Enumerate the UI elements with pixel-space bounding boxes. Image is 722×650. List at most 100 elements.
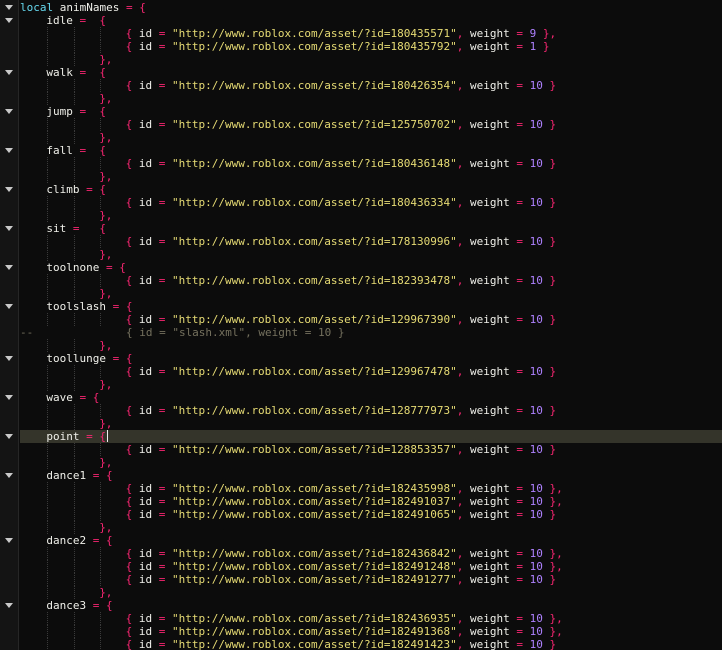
fold-toggle-icon[interactable] [5, 434, 13, 439]
code-token: }, [99, 417, 113, 430]
code-area[interactable]: local animNames = {idle = {{ id = "http:… [5, 0, 722, 650]
fold-toggle-icon[interactable] [5, 226, 13, 231]
code-token: }, [99, 339, 113, 352]
code-content: { id = "http://www.roblox.com/asset/?id=… [126, 157, 557, 170]
indent-guide [100, 235, 102, 248]
code-token: 10 [529, 274, 543, 287]
code-line[interactable]: { id = "http://www.roblox.com/asset/?id=… [20, 404, 722, 417]
code-line[interactable]: { id = "http://www.roblox.com/asset/?id=… [20, 118, 722, 131]
code-line[interactable]: }, [20, 378, 722, 391]
code-line[interactable]: { id = "http://www.roblox.com/asset/?id=… [20, 313, 722, 326]
code-line[interactable]: dance3 = { [5, 599, 722, 612]
code-token: weight [463, 40, 517, 53]
fold-toggle-icon[interactable] [5, 187, 13, 192]
code-line[interactable]: }, [20, 131, 722, 144]
code-line[interactable]: }, [20, 92, 722, 105]
indent-guide [73, 573, 75, 586]
code-line[interactable]: toolnone = { [5, 261, 722, 274]
code-line[interactable]: }, [20, 170, 722, 183]
code-line[interactable]: { id = "http://www.roblox.com/asset/?id=… [20, 508, 722, 521]
fold-toggle-icon[interactable] [5, 265, 13, 270]
code-line[interactable]: dance1 = { [5, 469, 722, 482]
code-line[interactable]: { id = "http://www.roblox.com/asset/?id=… [20, 157, 722, 170]
code-line[interactable]: }, [20, 248, 722, 261]
code-line[interactable]: }, [20, 287, 722, 300]
fold-toggle-icon[interactable] [5, 304, 13, 309]
code-line[interactable]: { id = "http://www.roblox.com/asset/?id=… [20, 79, 722, 92]
code-token: = [516, 274, 523, 287]
fold-toggle-icon[interactable] [5, 395, 13, 400]
fold-toggle-icon[interactable] [5, 473, 13, 478]
fold-toggle-icon[interactable] [5, 5, 13, 10]
code-line[interactable]: toollunge = { [5, 352, 722, 365]
code-line[interactable]: { id = "http://www.roblox.com/asset/?id=… [20, 495, 722, 508]
code-line[interactable]: }, [20, 586, 722, 599]
code-line[interactable]: jump = { [5, 105, 722, 118]
code-token: { [106, 469, 113, 482]
fold-toggle-icon[interactable] [5, 538, 13, 543]
fold-toggle-icon[interactable] [5, 109, 13, 114]
code-line[interactable]: toolslash = { [5, 300, 722, 313]
code-line[interactable]: }, [20, 209, 722, 222]
code-line[interactable]: { id = "http://www.roblox.com/asset/?id=… [20, 40, 722, 53]
code-token: } [549, 638, 557, 650]
fold-toggle-icon[interactable] [5, 148, 13, 153]
code-line[interactable]: wave = { [5, 391, 722, 404]
code-line[interactable]: }, [20, 53, 722, 66]
code-token: = [125, 1, 133, 14]
code-content: dance1 = { [46, 469, 112, 482]
code-token: 10 [529, 482, 543, 495]
indent-guide [100, 560, 102, 573]
code-token: } [549, 443, 557, 456]
code-token: jump [46, 105, 80, 118]
code-line[interactable]: walk = { [5, 66, 722, 79]
code-content: }, [99, 209, 112, 222]
code-content: -- { id = "slash.xml", weight = 10 } [20, 326, 345, 339]
code-line[interactable]: { id = "http://www.roblox.com/asset/?id=… [20, 560, 722, 573]
code-token: 10 [529, 443, 543, 456]
code-line[interactable]: { id = "http://www.roblox.com/asset/?id=… [20, 27, 722, 40]
code-line[interactable]: local animNames = { [5, 1, 722, 14]
code-line[interactable]: { id = "http://www.roblox.com/asset/?id=… [20, 235, 722, 248]
code-token: id [132, 27, 159, 40]
code-line[interactable]: { id = "http://www.roblox.com/asset/?id=… [20, 547, 722, 560]
code-editor[interactable]: local animNames = {idle = {{ id = "http:… [0, 0, 722, 650]
code-line[interactable]: { id = "http://www.roblox.com/asset/?id=… [20, 638, 722, 650]
code-line[interactable]: -- { id = "slash.xml", weight = 10 } [20, 326, 722, 339]
code-line[interactable]: }, [20, 339, 722, 352]
indent-guide [47, 365, 49, 378]
fold-toggle-icon[interactable] [5, 603, 13, 608]
code-line[interactable]: climb = { [5, 183, 722, 196]
code-line[interactable]: { id = "http://www.roblox.com/asset/?id=… [20, 365, 722, 378]
code-line[interactable]: }, [20, 456, 722, 469]
fold-toggle-icon[interactable] [5, 356, 13, 361]
indent-guide [47, 92, 49, 105]
indent-guide [47, 170, 49, 183]
code-line[interactable]: { id = "http://www.roblox.com/asset/?id=… [20, 625, 722, 638]
code-token: id [132, 40, 159, 53]
fold-toggle-icon[interactable] [5, 70, 13, 75]
fold-toggle-icon[interactable] [5, 18, 13, 23]
code-content: idle = { [46, 14, 106, 27]
code-line[interactable]: { id = "http://www.roblox.com/asset/?id=… [20, 443, 722, 456]
code-line[interactable]: { id = "http://www.roblox.com/asset/?id=… [20, 196, 722, 209]
code-token: } [549, 573, 557, 586]
code-line[interactable]: }, [20, 417, 722, 430]
code-line[interactable]: { id = "http://www.roblox.com/asset/?id=… [20, 482, 722, 495]
code-line[interactable]: { id = "http://www.roblox.com/asset/?id=… [20, 612, 722, 625]
code-line[interactable]: { id = "http://www.roblox.com/asset/?id=… [20, 274, 722, 287]
code-token: weight [463, 443, 517, 456]
code-line[interactable]: fall = { [5, 144, 722, 157]
code-line[interactable]: dance2 = { [5, 534, 722, 547]
code-line[interactable]: }, [20, 521, 722, 534]
code-line[interactable]: { id = "http://www.roblox.com/asset/?id=… [20, 573, 722, 586]
code-line[interactable]: idle = { [5, 14, 722, 27]
code-line[interactable]: sit = { [5, 222, 722, 235]
code-line[interactable]: point = { [5, 430, 722, 443]
